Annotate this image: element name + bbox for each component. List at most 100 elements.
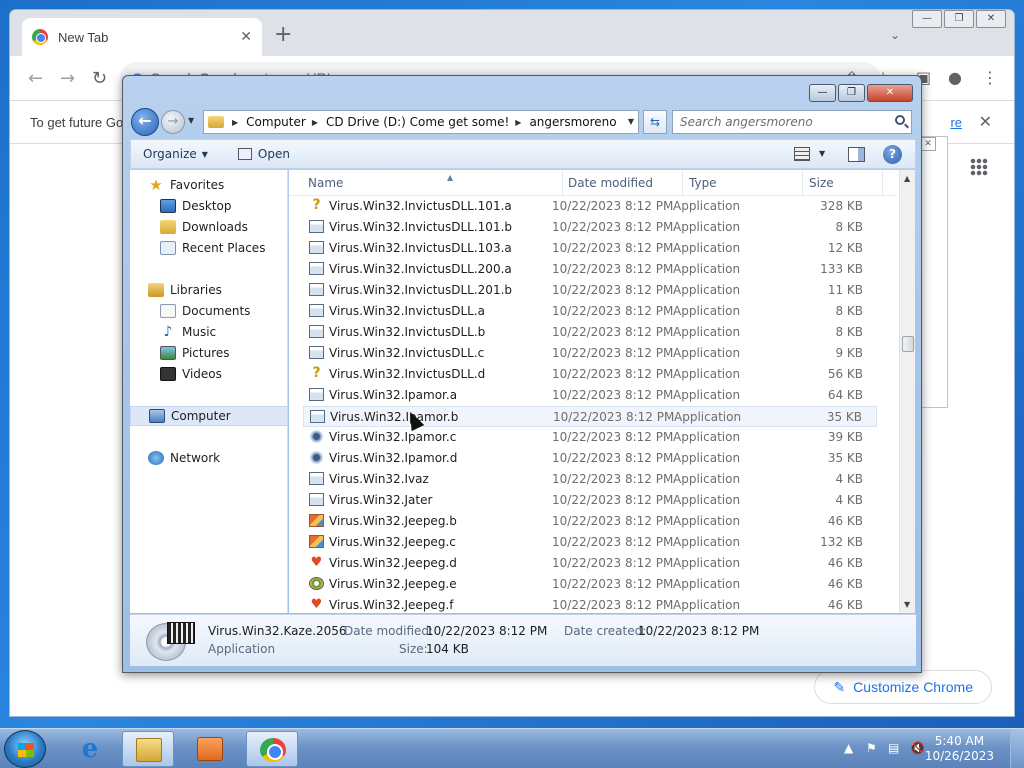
table-row[interactable]: Virus.Win32.Ipamor.a 10/22/2023 8:12 PM Ap…	[303, 385, 877, 406]
file-type: Application	[673, 262, 741, 276]
search-icon[interactable]	[895, 115, 905, 125]
table-row[interactable]: Virus.Win32.InvictusDLL.200.a 10/22/2023 …	[303, 259, 877, 280]
start-button[interactable]	[4, 730, 46, 768]
taskbar-chrome[interactable]	[246, 731, 298, 767]
chrome-menu-icon[interactable]: ⋮	[982, 68, 998, 87]
action-center-flag-icon[interactable]: ⚑	[866, 741, 877, 755]
scroll-down-arrow-icon[interactable]: ▼	[904, 600, 910, 609]
volume-muted-icon[interactable]: 🔇	[910, 741, 925, 755]
customize-chrome-button[interactable]: ✎ Customize Chrome	[814, 670, 992, 704]
column-header-name[interactable]: Name ▲	[308, 173, 453, 192]
table-row[interactable]: Virus.Win32.Ipamor.c 10/22/2023 8:12 PM Ap…	[303, 427, 877, 448]
nav-item-videos[interactable]: Videos	[130, 364, 288, 384]
close-button[interactable]: ✕	[976, 10, 1006, 28]
table-row[interactable]: Virus.Win32.InvictusDLL.103.a 10/22/2023 …	[303, 238, 877, 259]
open-button[interactable]: Open	[218, 140, 300, 168]
open-label: Open	[257, 147, 290, 161]
recent-pages-chevron-down-icon[interactable]: ▼	[188, 116, 194, 125]
tab-new-tab[interactable]: New Tab ✕	[22, 18, 262, 56]
table-row[interactable]: Virus.Win32.InvictusDLL.101.b 10/22/2023 …	[303, 217, 877, 238]
forward-icon[interactable]: →	[60, 68, 75, 89]
taskbar-windows-explorer[interactable]	[122, 731, 174, 767]
address-dropdown-chevron-down-icon[interactable]: ▼	[628, 117, 634, 126]
profile-avatar-icon[interactable]: ●	[948, 68, 962, 87]
app-file-icon	[309, 346, 324, 359]
maximize-button[interactable]: ❐	[838, 84, 865, 102]
scrollbar-thumb[interactable]	[902, 336, 914, 352]
tab-close-icon[interactable]: ✕	[240, 29, 252, 45]
table-row[interactable]: ? Virus.Win32.InvictusDLL.d 10/22/2023 8:1…	[303, 364, 877, 385]
nav-item-computer[interactable]: Computer	[130, 406, 288, 426]
table-row[interactable]: Virus.Win32.Ivaz 10/22/2023 8:12 PM Applic…	[303, 469, 877, 490]
breadcrumb-separator-icon[interactable]: ▶	[515, 118, 521, 127]
show-desktop-button[interactable]	[1010, 729, 1024, 768]
table-row[interactable]: Virus.Win32.Ipamor.d 10/22/2023 8:12 PM Ap…	[303, 448, 877, 469]
table-row[interactable]: Virus.Win32.Jeepeg.b 10/22/2023 8:12 PM Ap…	[303, 511, 877, 532]
table-row[interactable]: ♥ Virus.Win32.Jeepeg.d 10/22/2023 8:12 PM A…	[303, 553, 877, 574]
breadcrumb-separator-icon[interactable]: ▶	[232, 118, 238, 127]
table-row[interactable]: Virus.Win32.InvictusDLL.c 10/22/2023 8:12…	[303, 343, 877, 364]
reload-icon[interactable]: ↻	[92, 68, 107, 89]
file-name: Virus.Win32.InvictusDLL.200.a	[329, 262, 512, 276]
taskbar-internet-explorer[interactable]: e	[64, 731, 116, 767]
column-header-type[interactable]: Type	[689, 176, 717, 192]
table-row[interactable]: Virus.Win32.Ipamor.b 10/22/2023 8:12 PM Ap…	[303, 406, 877, 427]
breadcrumb-cd-drive[interactable]: CD Drive (D:) Come get some!	[326, 115, 509, 129]
close-icon[interactable]: ✕	[920, 137, 936, 151]
table-row[interactable]: Virus.Win32.InvictusDLL.201.b 10/22/2023 …	[303, 280, 877, 301]
breadcrumb-angersmoreno[interactable]: angersmoreno	[529, 115, 616, 129]
nav-item-network[interactable]: Network	[130, 448, 288, 468]
nav-item-recent-places[interactable]: Recent Places	[130, 238, 288, 258]
taskbar-media-player[interactable]	[184, 731, 236, 767]
table-row[interactable]: ♥ Virus.Win32.Jeepeg.f 10/22/2023 8:12 PM A…	[303, 595, 877, 613]
vertical-scrollbar[interactable]: ▲ ▼	[899, 170, 915, 613]
forward-button[interactable]: →	[161, 110, 185, 134]
nav-item-favorites[interactable]: ★ Favorites	[130, 175, 288, 195]
close-button[interactable]: ✕	[867, 84, 913, 102]
file-name: Virus.Win32.Ipamor.d	[329, 451, 458, 465]
nav-item-downloads[interactable]: Downloads	[130, 217, 288, 237]
breadcrumb-separator-icon[interactable]: ▶	[312, 118, 318, 127]
table-row[interactable]: Virus.Win32.Jater 10/22/2023 8:12 PM Appli…	[303, 490, 877, 511]
network-icon[interactable]: ▤	[888, 741, 899, 755]
column-divider[interactable]	[802, 170, 803, 196]
refresh-button[interactable]: ⇆	[643, 110, 667, 134]
scroll-up-arrow-icon[interactable]: ▲	[904, 174, 910, 183]
organize-button[interactable]: Organize ▼	[131, 140, 218, 168]
nav-item-desktop[interactable]: Desktop	[130, 196, 288, 216]
new-tab-button[interactable]: +	[274, 24, 292, 46]
views-chevron-down-icon[interactable]: ▼	[819, 149, 825, 158]
tab-search-chevron-icon[interactable]: ⌄	[890, 28, 900, 42]
column-header-date[interactable]: Date modified	[568, 176, 653, 192]
breadcrumb-computer[interactable]: Computer	[246, 115, 306, 129]
infobar-close-icon[interactable]: ✕	[979, 112, 992, 132]
show-hidden-icons-chevron-up-icon[interactable]: ▲	[844, 741, 853, 755]
maximize-button[interactable]: ❐	[944, 10, 974, 28]
nav-item-documents[interactable]: Documents	[130, 301, 288, 321]
address-bar[interactable]: ▶ Computer ▶ CD Drive (D:) Come get some…	[203, 110, 639, 134]
infobar-link[interactable]: re	[950, 115, 962, 130]
nav-item-music[interactable]: ♪ Music	[130, 322, 288, 342]
back-button[interactable]: ←	[131, 108, 159, 136]
minimize-button[interactable]: —	[809, 84, 836, 102]
nav-item-libraries[interactable]: Libraries	[130, 280, 288, 300]
table-row[interactable]: Virus.Win32.Jeepeg.c 10/22/2023 8:12 PM Ap…	[303, 532, 877, 553]
table-row[interactable]: Virus.Win32.InvictusDLL.b 10/22/2023 8:12…	[303, 322, 877, 343]
file-date: 10/22/2023 8:12 PM	[552, 367, 674, 381]
back-icon[interactable]: ←	[28, 68, 43, 89]
help-icon[interactable]: ?	[883, 145, 902, 164]
views-icon[interactable]	[794, 147, 810, 161]
column-divider[interactable]	[882, 170, 883, 196]
table-row[interactable]: ? Virus.Win32.InvictusDLL.101.a 10/22/2023…	[303, 196, 877, 217]
minimize-button[interactable]: —	[912, 10, 942, 28]
column-header-size[interactable]: Size	[809, 176, 834, 192]
preview-pane-icon[interactable]	[848, 147, 865, 162]
clock[interactable]: 5:40 AM 10/26/2023	[925, 734, 994, 764]
search-input[interactable]: Search angersmoreno	[672, 110, 912, 134]
table-row[interactable]: Virus.Win32.Jeepeg.e 10/22/2023 8:12 PM Ap…	[303, 574, 877, 595]
nav-item-pictures[interactable]: Pictures	[130, 343, 288, 363]
column-divider[interactable]	[562, 170, 563, 196]
column-divider[interactable]	[682, 170, 683, 196]
google-apps-icon[interactable]	[970, 158, 988, 176]
table-row[interactable]: Virus.Win32.InvictusDLL.a 10/22/2023 8:12…	[303, 301, 877, 322]
